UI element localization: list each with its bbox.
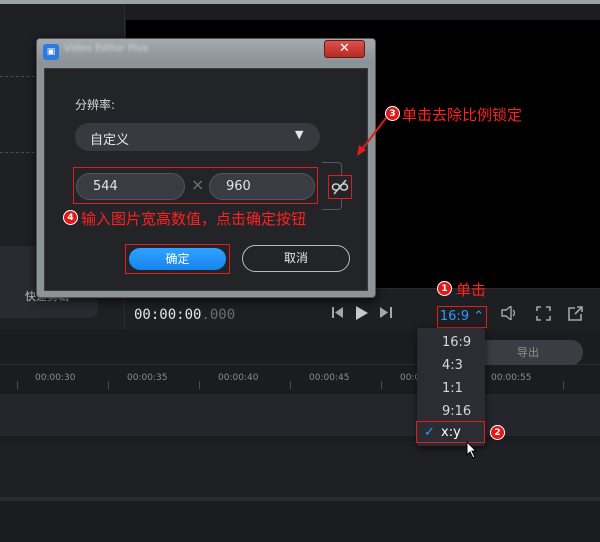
play-icon[interactable] xyxy=(355,306,369,324)
volume-icon[interactable] xyxy=(501,304,519,324)
timeline-track[interactable] xyxy=(0,394,600,436)
timecode-main: 00:00:00 xyxy=(134,307,202,323)
editor-window: 快速剪辑 00:00:00.000 16:9 ⌃ 00:00:30 00:00:… xyxy=(0,0,600,542)
annotation-text-1: 单击 xyxy=(456,281,487,299)
annotation-badge-2: 2 xyxy=(490,425,505,440)
tick xyxy=(381,381,382,389)
tick-label: 00:00:45 xyxy=(309,373,350,383)
annotation-text-4: 输入图片宽高数值，点击确定按钮 xyxy=(81,210,307,228)
menu-item-4-3[interactable]: 4:3 xyxy=(417,355,485,377)
width-value: 544 xyxy=(93,179,118,194)
width-input[interactable]: 544 xyxy=(76,173,185,200)
tick xyxy=(199,381,200,389)
unlink-icon xyxy=(331,178,349,200)
timeline-divider xyxy=(0,497,600,501)
tick-label: 00:00:55 xyxy=(491,373,532,383)
tick xyxy=(290,381,291,389)
menu-item-custom[interactable]: ✓ x:y xyxy=(416,421,485,443)
menu-item-16-9[interactable]: 16:9 xyxy=(417,332,485,354)
menu-item-9-16[interactable]: 9:16 xyxy=(417,401,485,423)
tick-label: 00:00:30 xyxy=(35,373,76,383)
resolution-label: 分辨率: xyxy=(75,98,116,112)
annotation-text-3: 单击去除比例锁定 xyxy=(402,106,523,124)
prev-icon[interactable] xyxy=(332,306,344,323)
annotation-badge-4: 4 xyxy=(63,210,78,225)
next-icon[interactable] xyxy=(380,306,392,323)
tick xyxy=(563,381,564,389)
resolution-preset-select[interactable]: 自定义 ▼ xyxy=(75,123,320,151)
timeline-ruler: 00:00:30 00:00:35 00:00:40 00:00:45 00:0… xyxy=(0,364,600,389)
annotation-arrow xyxy=(357,117,387,156)
aspect-ratio-button[interactable]: 16:9 ⌃ xyxy=(437,306,487,328)
timecode: 00:00:00.000 xyxy=(134,307,235,323)
height-value: 960 xyxy=(226,179,251,194)
app-logo-icon: ▣ xyxy=(43,44,59,60)
timeline-track[interactable] xyxy=(0,442,600,497)
tick xyxy=(17,381,18,389)
preset-value: 自定义 xyxy=(90,133,130,148)
fullscreen-icon[interactable] xyxy=(536,306,551,325)
dialog-title: Video Editor Plus xyxy=(64,43,149,54)
tick-label: 00:00:35 xyxy=(127,373,168,383)
menu-item-1-1[interactable]: 1:1 xyxy=(417,378,485,400)
unlink-button[interactable] xyxy=(328,175,352,199)
ok-button[interactable]: 确定 xyxy=(129,248,226,270)
ok-highlight: 确定 xyxy=(125,244,230,274)
popout-icon[interactable] xyxy=(568,306,583,325)
cursor-icon xyxy=(466,440,478,463)
cancel-button[interactable]: 取消 xyxy=(242,245,350,272)
dialog-titlebar[interactable]: ▣ Video Editor Plus ✕ xyxy=(37,39,375,63)
resolution-dialog: ▣ Video Editor Plus ✕ 分辨率: 自定义 ▼ 544 × 9… xyxy=(36,38,376,298)
tick xyxy=(108,381,109,389)
aspect-ratio-menu: 16:9 4:3 1:1 9:16 ✓ x:y xyxy=(416,328,485,446)
tick-label: 00:00:40 xyxy=(218,373,259,383)
menu-item-custom-label: x:y xyxy=(441,425,461,440)
times-symbol: × xyxy=(191,175,205,194)
dialog-body: 分辨率: 自定义 ▼ 544 × 960 确定 取消 xyxy=(44,68,368,291)
check-icon: ✓ xyxy=(424,425,435,440)
height-input[interactable]: 960 xyxy=(209,173,315,200)
annotation-badge-1: 1 xyxy=(437,281,452,296)
export-button[interactable]: 导出 xyxy=(473,340,583,365)
close-button[interactable]: ✕ xyxy=(324,40,365,58)
chevron-down-icon: ▼ xyxy=(295,128,304,141)
timecode-ms: .000 xyxy=(201,307,236,323)
